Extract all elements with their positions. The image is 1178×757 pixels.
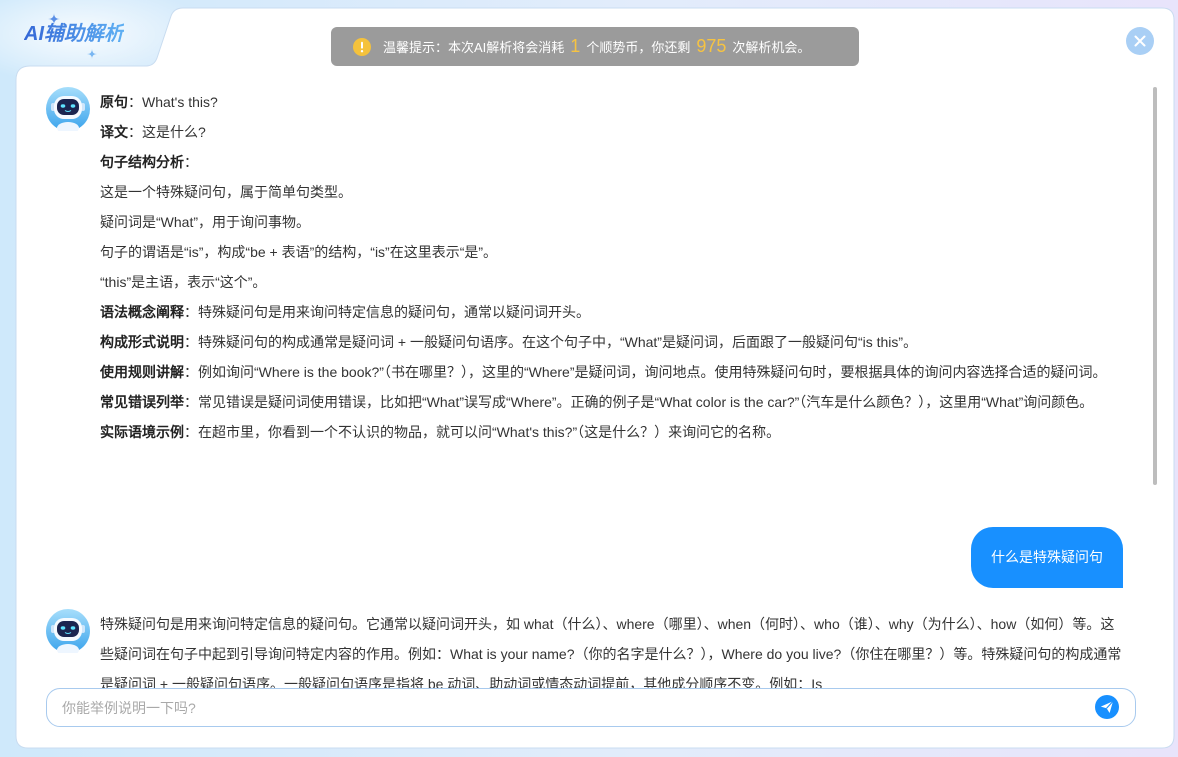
label-colon: ：: [184, 424, 198, 440]
structure-point: 这是一个特殊疑问句，属于简单句类型。: [100, 184, 352, 200]
notice-text: 温馨提示：本次AI解析将会消耗: [383, 40, 565, 55]
notice-bar: 温馨提示：本次AI解析将会消耗 1 个顺势币，你还剩 975 次解析机会。: [331, 27, 859, 66]
section-label: 原句: [100, 94, 128, 110]
section-text: 在超市里，你看到一个不认识的物品，就可以问“What's this?”（这是什么…: [198, 424, 781, 440]
warning-icon: [353, 37, 371, 56]
section-text: 例如询问“Where is the book?”（书在哪里？），这里的“Wher…: [198, 364, 1107, 380]
section-label: 语法概念阐释: [100, 304, 184, 320]
sparkle-icon: [48, 13, 97, 59]
section-label: 句子结构分析: [100, 154, 184, 170]
label-colon: ：: [184, 364, 198, 380]
common-errors: 常见错误列举：常见错误是疑问词使用错误，比如把“What”误写成“Where”。…: [100, 387, 1122, 417]
section-label: 构成形式说明: [100, 334, 184, 350]
translation: 译文：这是什么?: [100, 117, 1122, 147]
send-button[interactable]: [1095, 695, 1119, 719]
ai-message-content: 原句：What's this? 译文：这是什么? 句子结构分析： 这是一个特殊疑…: [100, 87, 1122, 447]
close-icon: [1126, 27, 1154, 55]
section-label: 译文: [100, 124, 128, 140]
notice-text: 次解析机会。: [732, 40, 811, 55]
close-button[interactable]: [1126, 27, 1154, 55]
label-colon: ：: [184, 334, 198, 350]
send-icon: [1095, 695, 1119, 719]
section-text: 特殊疑问句是用来询问特定信息的疑问句，通常以疑问词开头。: [198, 304, 590, 320]
label-colon: ：: [128, 94, 142, 110]
section-label: 使用规则讲解: [100, 364, 184, 380]
chat-scrollbar[interactable]: [1153, 87, 1157, 485]
user-message-bubble: 什么是特殊疑问句: [971, 527, 1123, 588]
robot-avatar-icon: [46, 87, 90, 131]
label-colon: ：: [184, 154, 198, 170]
message-composer: [46, 688, 1136, 727]
ai-answer-text: 特殊疑问句是用来询问特定信息的疑问句。它通常以疑问词开头，如 what（什么）、…: [100, 616, 1122, 690]
label-colon: ：: [128, 124, 142, 140]
ai-message-content: 特殊疑问句是用来询问特定信息的疑问句。它通常以疑问词开头，如 what（什么）、…: [100, 609, 1122, 690]
section-label: 实际语境示例: [100, 424, 184, 440]
section-text: 这是什么?: [142, 124, 206, 140]
coin-cost: 1: [570, 36, 581, 56]
form-explanation: 构成形式说明：特殊疑问句的构成通常是疑问词 + 一般疑问句语序。在这个句子中，“…: [100, 327, 1122, 357]
notice-text: 个顺势币，你还剩: [586, 40, 691, 55]
original-sentence: 原句：What's this?: [100, 87, 1122, 117]
question-input[interactable]: [62, 689, 1082, 726]
chat-history[interactable]: 原句：What's this? 译文：这是什么? 句子结构分析： 这是一个特殊疑…: [30, 87, 1150, 690]
usage-rules: 使用规则讲解：例如询问“Where is the book?”（书在哪里？），这…: [100, 357, 1122, 387]
structure-point: “this”是主语，表示“这个”。: [100, 274, 267, 290]
section-text: What's this?: [142, 94, 218, 110]
section-text: 常见错误是疑问词使用错误，比如把“What”误写成“Where”。正确的例子是“…: [198, 394, 1094, 410]
context-example: 实际语境示例：在超市里，你看到一个不认识的物品，就可以问“What's this…: [100, 417, 1122, 447]
label-colon: ：: [184, 304, 198, 320]
structure-point: 句子的谓语是“is”，构成“be + 表语”的结构，“is”在这里表示“是”。: [100, 244, 498, 260]
section-label: 常见错误列举: [100, 394, 184, 410]
robot-avatar-icon: [46, 609, 90, 653]
structure-heading: 句子结构分析：: [100, 147, 1122, 177]
structure-point: 疑问词是“What”，用于询问事物。: [100, 214, 310, 230]
section-text: 特殊疑问句的构成通常是疑问词 + 一般疑问句语序。在这个句子中，“What”是疑…: [198, 334, 918, 350]
label-colon: ：: [184, 394, 198, 410]
remaining-count: 975: [696, 36, 727, 56]
grammar-concept: 语法概念阐释：特殊疑问句是用来询问特定信息的疑问句，通常以疑问词开头。: [100, 297, 1122, 327]
